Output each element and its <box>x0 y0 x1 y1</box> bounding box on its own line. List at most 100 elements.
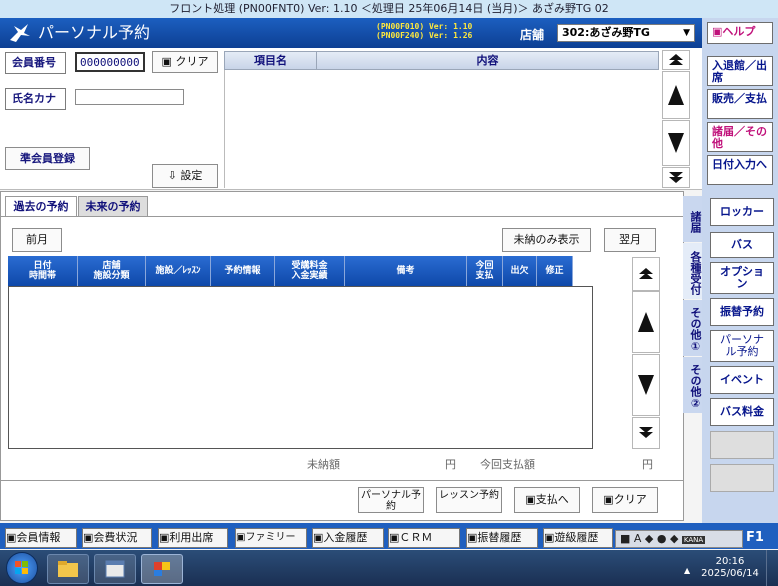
action-clear-button[interactable]: ▣クリア <box>592 487 658 513</box>
pay-button[interactable]: ▣支払へ <box>514 487 580 513</box>
family-button[interactable]: ▣ファミリー <box>235 528 307 548</box>
footer-divider <box>1 480 683 481</box>
personal-reserve-button[interactable]: パーソナル予約 <box>358 487 424 513</box>
colorful-app-icon <box>154 562 170 576</box>
show-desktop-button[interactable] <box>766 550 778 586</box>
app-title: パーソナル予約 <box>38 23 151 42</box>
setting-label: 設定 <box>180 169 203 182</box>
doc-icon: ▣ <box>467 531 478 544</box>
tab-past[interactable]: 過去の予約 <box>5 196 77 216</box>
unpaid-only-button[interactable]: 未納のみ表示 <box>502 228 591 252</box>
lesson-reserve-button[interactable]: レッスン予約 <box>436 487 502 513</box>
info-table-body <box>224 70 659 188</box>
col-fee: 受講料金 入金実績 <box>275 256 345 286</box>
clock[interactable]: 20:16 2025/06/14 <box>700 556 760 580</box>
shop-label: 店舗 <box>520 28 545 42</box>
col-date: 日付 時間帯 <box>8 256 78 286</box>
scroll-up-button[interactable] <box>662 71 690 119</box>
member-no-input[interactable]: 000000000 <box>75 52 145 72</box>
grid-scroll-up-button[interactable] <box>632 291 660 353</box>
crm-button[interactable]: ▣ＣＲＭ <box>388 528 460 548</box>
member-info-button[interactable]: ▣会員情報 <box>5 528 77 548</box>
empty-button-2 <box>710 464 774 492</box>
prev-month-button[interactable]: 前月 <box>12 228 62 252</box>
windows-logo-icon <box>15 561 28 574</box>
shop-select-value: 302:あざみ野TG <box>562 26 650 39</box>
shop-select[interactable]: 302:あざみ野TG ▼ <box>557 24 695 42</box>
start-button[interactable] <box>6 552 38 584</box>
grid-scroll-bottom-button[interactable] <box>632 417 660 449</box>
help-label: ヘルプ <box>722 25 756 38</box>
reservation-table-header: 日付 時間帯 店舗 施設分類 施設／ﾚｯｽﾝ 予約情報 受講料金 入金実績 備考… <box>8 256 593 286</box>
taskbar-explorer[interactable] <box>47 554 89 584</box>
col-notes: 備考 <box>345 256 467 286</box>
app-window-icon <box>105 560 125 578</box>
transfer-history-button[interactable]: ▣振替履歴 <box>466 528 538 548</box>
help-icon: ▣ <box>712 25 723 38</box>
vtab-reception[interactable]: 各種受付 <box>683 243 702 299</box>
class-history-button[interactable]: ▣遊級履歴 <box>543 528 613 548</box>
grid-scroll-top-button[interactable] <box>632 257 660 291</box>
version-info: (PN00F010) Ver: 1.10 (PN00F240) Ver: 1.2… <box>376 22 472 40</box>
payment-amount-label: 今回支払額 <box>480 458 535 471</box>
tray-chevron-icon[interactable]: ▲ <box>684 566 690 575</box>
col-shop: 店舗 施設分類 <box>78 256 146 286</box>
next-month-button[interactable]: 翌月 <box>604 228 656 252</box>
scroll-down-button[interactable] <box>662 120 690 166</box>
option-button[interactable]: オプション <box>710 262 774 294</box>
col-edit: 修正 <box>537 256 573 286</box>
fee-status-button[interactable]: ▣会費状況 <box>82 528 152 548</box>
scroll-bottom-button[interactable] <box>662 167 690 188</box>
f1-key[interactable]: F1 <box>746 530 764 545</box>
associate-register-button[interactable]: 準会員登録 <box>5 147 90 170</box>
vtab-notice[interactable]: 諸届 <box>683 196 702 242</box>
event-button[interactable]: イベント <box>710 366 774 394</box>
taskbar-active-app[interactable] <box>141 554 183 584</box>
kana-input[interactable] <box>75 89 184 105</box>
col-spacer <box>573 256 593 286</box>
pay-icon: ▣ <box>525 493 536 506</box>
col-reservation-info: 予約情報 <box>211 256 275 286</box>
vtab-other2[interactable]: その他② <box>683 357 702 413</box>
bath-button[interactable]: バス <box>710 232 774 258</box>
action-clear-label: クリア <box>613 493 647 506</box>
pay-label: 支払へ <box>535 493 569 506</box>
chevron-down-icon: ▼ <box>683 28 690 38</box>
clear-icon: ▣ <box>603 493 614 506</box>
ime-mode: KANA <box>681 536 706 544</box>
setting-button[interactable]: ⇩ 設定 <box>152 164 218 188</box>
double-up-icon <box>669 54 683 65</box>
scroll-top-button[interactable] <box>662 50 690 70</box>
reservation-grid <box>8 286 593 449</box>
grid-scroll-down-button[interactable] <box>632 354 660 416</box>
bath-fee-button[interactable]: バス料金 <box>710 398 774 426</box>
doc-icon: ▣ <box>389 531 400 544</box>
personal-side-button[interactable]: パーソナル予約 <box>710 330 774 362</box>
transfer-reserve-button[interactable]: 振替予約 <box>710 298 774 326</box>
col-facility: 施設／ﾚｯｽﾝ <box>146 256 211 286</box>
app-header: パーソナル予約 (PN00F010) Ver: 1.10 (PN00F240) … <box>0 18 702 48</box>
clear-button[interactable]: ▣ クリア <box>152 51 218 73</box>
tab-future[interactable]: 未来の予約 <box>78 196 148 216</box>
locker-button[interactable]: ロッカー <box>710 198 774 226</box>
family-label: ファミリー <box>245 532 296 543</box>
notice-button[interactable]: 諸届／その他 <box>707 122 773 152</box>
col-item-name: 項目名 <box>225 52 317 69</box>
info-table-header: 項目名 内容 <box>224 51 659 70</box>
clear-icon: ▣ <box>161 55 172 68</box>
folder-icon <box>58 561 78 577</box>
payment-history-button[interactable]: ▣入金履歴 <box>312 528 384 548</box>
sales-button[interactable]: 販売／支払 <box>707 89 773 119</box>
taskbar-app[interactable] <box>94 554 136 584</box>
ime-toolbar[interactable]: ■ A ◆ ● ◆ KANA <box>615 530 743 548</box>
help-button[interactable]: ▣ヘルプ <box>707 22 773 44</box>
entry-button[interactable]: 入退館／出席 <box>707 56 773 86</box>
ime-icon: ■ A ◆ ● ◆ <box>620 532 679 545</box>
class-history-label: 遊級履歴 <box>554 531 599 544</box>
date-input-button[interactable]: 日付入力へ <box>707 155 773 185</box>
vtab-other1[interactable]: その他① <box>683 300 702 356</box>
payment-amount-unit: 円 <box>642 458 653 471</box>
up-arrow-icon <box>668 85 684 105</box>
attendance-button[interactable]: ▣利用出席 <box>158 528 228 548</box>
clock-date: 2025/06/14 <box>701 568 759 579</box>
